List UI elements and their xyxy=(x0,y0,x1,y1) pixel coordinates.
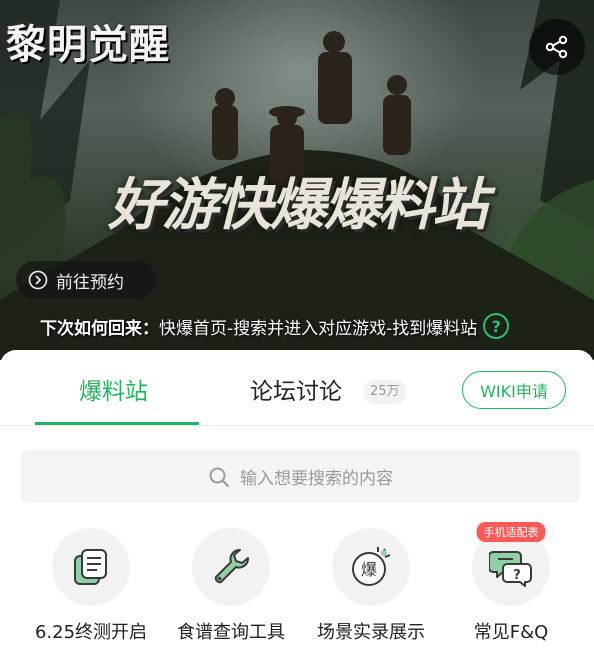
tool-item-recipe[interactable]: 食谱查询工具 xyxy=(156,526,306,644)
tool-label: 食谱查询工具 xyxy=(177,622,285,643)
search-icon xyxy=(209,467,230,487)
tool-icon-circle: 爆 xyxy=(332,528,410,606)
tab-bar: 爆料站 论坛讨论 25万 WIKI申请 xyxy=(0,350,594,426)
tool-item-scene[interactable]: 爆 场景实录展示 xyxy=(296,526,446,644)
adaptation-tag: 手机适配表 xyxy=(476,522,546,542)
search-placeholder: 输入想要搜索的内容 xyxy=(240,469,393,489)
arrow-circle-icon xyxy=(28,270,48,290)
help-icon[interactable]: ? xyxy=(483,313,510,339)
chat-question-icon: ? xyxy=(489,551,532,587)
question-mark-glyph: ? xyxy=(513,568,521,583)
active-tab-indicator xyxy=(35,422,199,425)
return-tip-heading: 下次如何回来： xyxy=(40,318,159,339)
share-button[interactable] xyxy=(529,19,585,75)
return-tip-text: 快爆首页-搜索并进入对应游戏-找到爆料站 xyxy=(159,318,478,339)
tab-news-station[interactable]: 爆料站 xyxy=(79,372,148,406)
return-tip: 下次如何回来： 快爆首页-搜索并进入对应游戏-找到爆料站 ? xyxy=(40,313,510,339)
search-bar[interactable]: 输入想要搜索的内容 xyxy=(21,450,580,503)
tool-icon-circle: 手机适配表 ? xyxy=(472,522,550,606)
tool-item-test[interactable]: 6.25终测开启 xyxy=(16,526,166,644)
burst-character-icon: 爆 xyxy=(352,547,391,586)
banner-title: 好游快爆爆料站 xyxy=(108,173,488,238)
tool-icon-circle xyxy=(192,528,270,606)
document-stack-icon xyxy=(74,549,107,585)
wiki-apply-button[interactable]: WIKI申请 xyxy=(462,371,566,409)
tab-forum[interactable]: 论坛讨论 xyxy=(250,372,342,406)
tool-item-faq[interactable]: 手机适配表 ? 常见F&Q xyxy=(436,522,586,644)
content-card: 爆料站 论坛讨论 25万 WIKI申请 输入想要搜索的内容 6.25终测开启 食… xyxy=(0,350,594,666)
reserve-button[interactable]: 前往预约 xyxy=(16,261,156,299)
wrench-icon xyxy=(214,549,249,584)
forum-count-badge: 25万 xyxy=(363,380,407,404)
tool-label: 6.25终测开启 xyxy=(34,622,148,643)
tool-icon-circle xyxy=(52,528,130,606)
game-banner: 黎明觉醒 好游快爆爆料站 前往预约 下次如何回来： 快爆首页-搜索并进入对应游戏… xyxy=(0,0,594,360)
share-icon xyxy=(545,35,568,59)
tool-label: 常见F&Q xyxy=(473,622,549,643)
reserve-label: 前往预约 xyxy=(56,272,124,293)
game-logo: 黎明觉醒 xyxy=(6,21,170,68)
burst-character-glyph: 爆 xyxy=(361,560,377,579)
tool-grid: 6.25终测开启 食谱查询工具 爆 场景实录展示 手机适配表 ? 常见F&Q xyxy=(0,522,594,656)
tool-label: 场景实录展示 xyxy=(317,622,425,643)
